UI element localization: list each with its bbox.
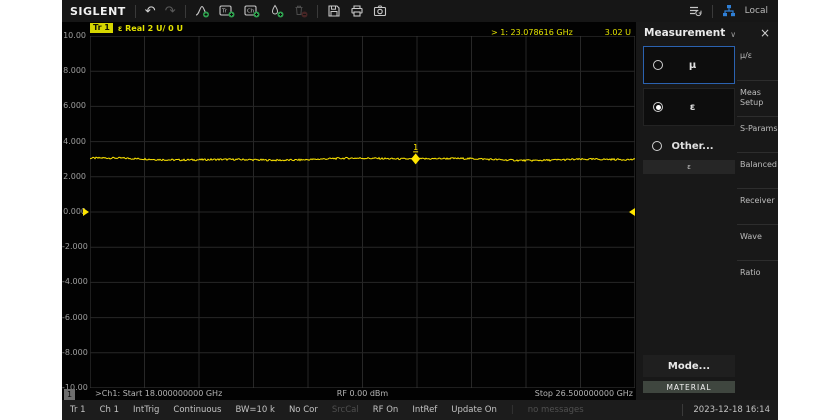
ref-level-arrow-right	[629, 208, 635, 216]
other-epsilon-button[interactable]: ε	[643, 160, 735, 174]
menu-item[interactable]: Ratio	[737, 260, 778, 296]
status-item[interactable]: no messages	[528, 405, 584, 415]
menu-item[interactable]: Balanced	[737, 152, 778, 188]
stop-frequency-label: Stop 26.500000000 GHz	[535, 389, 633, 398]
status-item[interactable]: RF On	[373, 405, 399, 415]
graph-area: Tr 1 ε Real 2 U/ 0 U > 1: 23.078616 GHz …	[62, 22, 636, 400]
toolbar-divider	[135, 5, 136, 18]
menu-item[interactable]: Wave	[737, 224, 778, 260]
ref-level-arrow-left	[83, 208, 89, 216]
camera-icon[interactable]	[373, 4, 387, 18]
y-axis-label: -8.000	[62, 348, 86, 358]
radio-unselected-icon	[652, 141, 662, 151]
plot-svg: 1	[90, 36, 635, 388]
option-epsilon[interactable]: ε	[643, 88, 735, 126]
status-item[interactable]: |	[511, 405, 514, 415]
y-axis-label: 2.000	[62, 172, 86, 182]
status-item[interactable]: Update On	[451, 405, 497, 415]
delete-icon[interactable]	[293, 4, 308, 18]
radio-selected-icon	[653, 102, 663, 112]
softkey-menu: μ/εMeas SetupS-ParamsBalancedReceiverWav…	[737, 44, 778, 296]
add-channel-icon[interactable]: Ch	[244, 4, 260, 18]
status-divider	[682, 404, 683, 416]
toolbar: SIGLENT ↶ ↷ Tr Ch	[62, 0, 778, 22]
option-other[interactable]: Other...	[643, 136, 735, 156]
status-right: 2023-12-18 16:14	[682, 404, 770, 416]
channel-badge: 1	[64, 389, 75, 400]
menu-item[interactable]: Meas Setup	[737, 80, 778, 116]
status-item[interactable]: BW=10 k	[235, 405, 275, 415]
status-bar: Tr 1 Ch 1 IntTrig Continuous BW=10 k No Cor Sr…	[62, 400, 778, 420]
print-icon[interactable]	[350, 4, 364, 18]
siglent-logo: SIGLENT	[70, 5, 126, 18]
add-trace-window-icon[interactable]: Tr	[219, 4, 235, 18]
option-other-label: Other...	[662, 141, 723, 152]
y-axis-label: 10.00	[62, 31, 86, 41]
status-item[interactable]: Tr 1	[70, 405, 86, 415]
toolbar-divider	[712, 5, 713, 18]
menu-item[interactable]: Receiver	[737, 188, 778, 224]
trace-badge[interactable]: Tr 1	[90, 23, 113, 33]
panel-title[interactable]: Measurement	[644, 27, 725, 39]
y-axis-label: 8.000	[62, 66, 86, 76]
status-item[interactable]: SrcCal	[332, 405, 359, 415]
undo-icon[interactable]: ↶	[145, 5, 156, 18]
menu-item[interactable]: μ/ε	[737, 44, 778, 80]
marker-diamond[interactable]	[411, 153, 420, 164]
chevron-down-icon: ∨	[730, 30, 736, 39]
timestamp: 2023-12-18 16:14	[693, 405, 770, 415]
material-label: MATERIAL	[643, 381, 735, 393]
y-axis-label: 4.000	[62, 137, 86, 147]
status-items: Tr 1 Ch 1 IntTrig Continuous BW=10 k No Cor Sr…	[70, 405, 584, 415]
y-axis-label: -6.000	[62, 313, 86, 323]
status-item[interactable]: No Cor	[289, 405, 318, 415]
vna-screen: SIGLENT ↶ ↷ Tr Ch	[62, 0, 778, 420]
network-icon[interactable]	[722, 4, 736, 18]
add-trace-icon[interactable]	[195, 4, 210, 18]
option-mu-label: μ	[663, 60, 722, 71]
status-item[interactable]: IntTrig	[133, 405, 159, 415]
close-icon[interactable]: ×	[760, 27, 770, 39]
status-item[interactable]: Ch 1	[100, 405, 119, 415]
marker-number-label: 1	[413, 143, 418, 152]
option-epsilon-label: ε	[663, 102, 722, 113]
y-axis-label: -2.000	[62, 242, 86, 252]
mode-button[interactable]: Mode...	[643, 355, 735, 377]
measurement-panel: Measurement ∨ × μ ε Other... ε μ/εMeas S…	[636, 22, 778, 400]
system-status-icon[interactable]	[688, 4, 703, 18]
panel-header: Measurement ∨ ×	[636, 22, 778, 44]
save-icon[interactable]	[327, 4, 341, 18]
status-item[interactable]: Continuous	[173, 405, 221, 415]
radio-unselected-icon	[653, 60, 663, 70]
trace-info: ε Real 2 U/ 0 U	[118, 24, 183, 33]
add-marker-icon[interactable]	[269, 4, 284, 18]
toolbar-divider	[185, 5, 186, 18]
y-axis-label: -4.000	[62, 277, 86, 287]
local-mode-label[interactable]: Local	[745, 6, 770, 16]
menu-item[interactable]: S-Params	[737, 116, 778, 152]
trace-header: Tr 1 ε Real 2 U/ 0 U	[90, 23, 183, 33]
toolbar-divider	[317, 5, 318, 18]
option-mu[interactable]: μ	[643, 46, 735, 84]
redo-icon[interactable]: ↷	[165, 5, 176, 18]
svg-text:Tr: Tr	[221, 9, 228, 15]
status-item[interactable]: IntRef	[412, 405, 437, 415]
y-axis-label: 6.000	[62, 101, 86, 111]
